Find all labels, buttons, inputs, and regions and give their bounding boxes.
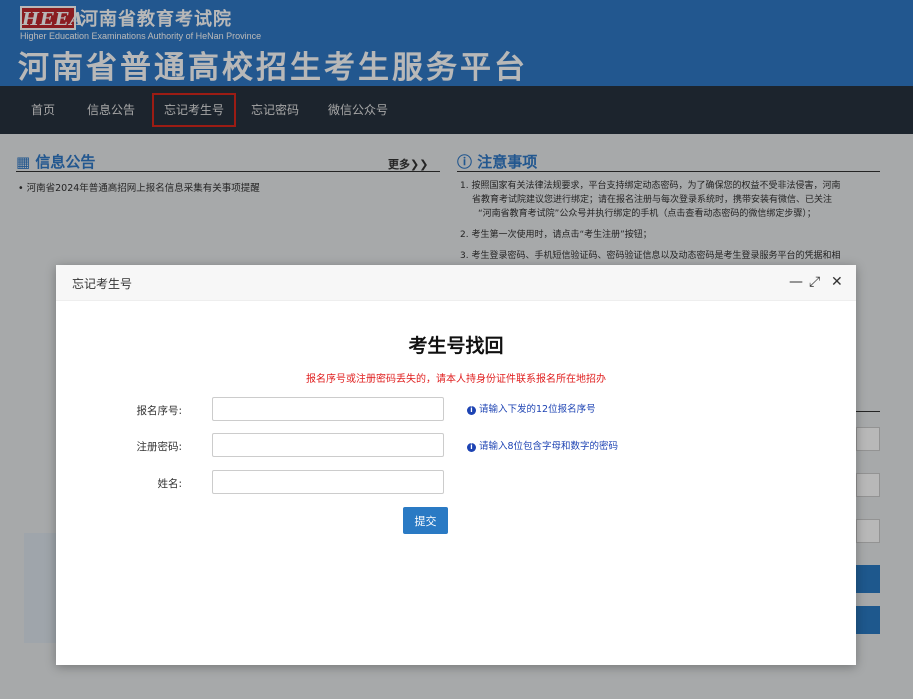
registration-number-label: 报名序号: — [136, 405, 182, 417]
registration-number-hint-text: 请输入下发的12位报名序号 — [479, 404, 596, 415]
info-icon: i — [467, 443, 476, 452]
warning-text: 报名序号或注册密码丢失的，请本人持身份证件联系报名所在地招办 — [306, 374, 606, 385]
minimize-icon[interactable]: — — [789, 272, 803, 292]
dialog-heading: 考生号找回 — [408, 335, 504, 357]
name-label: 姓名: — [157, 478, 182, 490]
forgot-exam-number-dialog: 忘记考生号 — ⤢ ✕ 考生号找回 报名序号或注册密码丢失的，请本人持身份证件联… — [56, 265, 856, 665]
registration-number-input[interactable] — [212, 397, 444, 421]
password-label: 注册密码: — [136, 441, 182, 453]
submit-button[interactable]: 提交 — [403, 507, 448, 534]
close-icon[interactable]: ✕ — [831, 272, 843, 292]
password-hint-text: 请输入8位包含字母和数字的密码 — [479, 441, 619, 452]
dialog-header: 忘记考生号 — ⤢ ✕ — [56, 265, 856, 301]
password-input[interactable] — [212, 433, 444, 457]
registration-number-hint: i 请输入下发的12位报名序号 — [467, 401, 596, 415]
name-input[interactable] — [212, 470, 444, 494]
info-icon: i — [467, 406, 476, 415]
dialog-title: 忘记考生号 — [72, 277, 133, 291]
password-hint: i 请输入8位包含字母和数字的密码 — [467, 438, 618, 452]
maximize-icon[interactable]: ⤢ — [809, 272, 820, 292]
